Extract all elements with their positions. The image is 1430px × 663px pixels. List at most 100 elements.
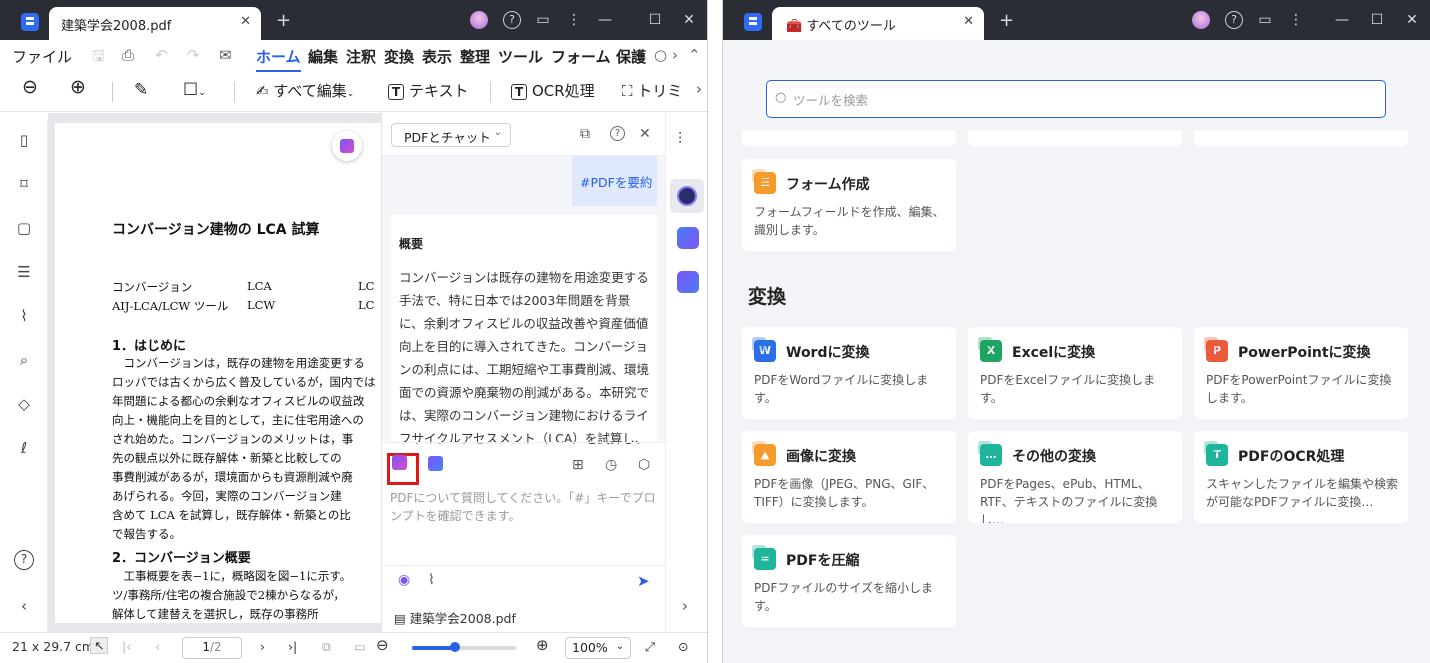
expand-panel-icon[interactable]: › — [682, 597, 688, 615]
document-tab[interactable]: 建築学会2008.pdf ✕ — [49, 7, 261, 40]
mail-icon[interactable]: ✉ — [219, 46, 232, 64]
print-icon[interactable]: ⎙ — [122, 46, 134, 64]
tools-list[interactable]: ○ ツールを検索 ☰ フォーム作成 フォームフィールドを作成、編集、識別します。 … — [723, 40, 1430, 663]
text-button[interactable]: T テキスト — [388, 80, 469, 101]
fit-page-icon[interactable]: ⧉ — [322, 639, 331, 655]
menu-tools[interactable]: ツール — [498, 46, 543, 67]
menu-home[interactable]: ホーム — [256, 46, 301, 72]
menu-protect[interactable]: 保護 — [616, 46, 646, 67]
zoom-slider[interactable] — [412, 642, 516, 652]
close-tab-icon[interactable]: ✕ — [963, 14, 974, 29]
tool-card-ocr[interactable]: T PDFのOCR処理 スキャンしたファイルを編集や検索が可能なPDFファイルに… — [1194, 431, 1408, 523]
chat-mode-select[interactable]: PDFとチャット ⌄ — [391, 123, 511, 147]
ai-assistant-badge-icon[interactable] — [332, 131, 362, 161]
tool-card-partial[interactable] — [968, 130, 1182, 146]
proofread-icon[interactable] — [677, 271, 699, 293]
first-page-icon[interactable]: |‹ — [122, 639, 131, 654]
tool-search-input[interactable]: ○ ツールを検索 — [766, 80, 1386, 118]
menu-scroll-right-icon[interactable]: › — [672, 46, 678, 64]
tool-card-other-convert[interactable]: … その他の変換 PDFをPages、ePub、HTML、RTF、テキストのファ… — [968, 431, 1182, 523]
tool-card-form-create[interactable]: ☰ フォーム作成 フォームフィールドを作成、編集、識別します。 — [742, 159, 956, 251]
minimize-icon[interactable]: — — [596, 11, 614, 29]
menu-organize[interactable]: 整理 — [460, 46, 490, 67]
close-window-icon[interactable]: ✕ — [680, 11, 698, 29]
menu-edit[interactable]: 編集 — [308, 46, 338, 67]
undo-icon[interactable]: ↶ — [155, 46, 168, 64]
maximize-icon[interactable]: ☐ — [1368, 11, 1386, 29]
history-icon[interactable]: ◷ — [605, 457, 617, 473]
chat-input[interactable]: PDFについて質問してください。「#」キーでプロンプトを確認できます。 — [390, 489, 658, 525]
tool-card-to-excel[interactable]: X Excelに変換 PDFをExcelファイルに変換します。 — [968, 327, 1182, 419]
more-icon[interactable]: ⋮ — [1287, 11, 1305, 29]
tool-card-to-image[interactable]: ▲ 画像に変換 PDFを画像（JPEG、PNG、GIF、TIFF）に変換します。 — [742, 431, 956, 523]
layers-icon[interactable]: ◇ — [14, 394, 34, 414]
zoom-out-small-icon[interactable]: ⊖ — [376, 636, 389, 654]
send-icon[interactable]: ➤ — [637, 572, 650, 590]
ai-assistant-tab[interactable] — [670, 179, 704, 213]
document-viewport[interactable]: コンバージョン建物の LCA 試算 コンバージョン LCA LC AIJ-LCA… — [48, 113, 381, 632]
attached-file[interactable]: ▤ 建築学会2008.pdf — [394, 608, 516, 627]
prev-page-icon[interactable]: ‹ — [155, 639, 160, 654]
properties-icon[interactable]: ⫶ — [678, 129, 682, 149]
fullscreen-icon[interactable]: ⤢ — [645, 639, 655, 655]
help-icon[interactable]: ? — [1225, 11, 1243, 29]
tool-card-to-powerpoint[interactable]: P PowerPointに変換 PDFをPowerPointファイルに変換します… — [1194, 327, 1408, 419]
search-panel-icon[interactable]: ⌕ — [14, 350, 34, 370]
bookmark-icon[interactable]: ⌑ — [14, 174, 34, 194]
scroll-down-icon[interactable]: ⊙ — [678, 639, 688, 654]
help-icon[interactable]: ? — [503, 11, 521, 29]
search-icon[interactable]: ○ — [654, 46, 667, 64]
tool-card-partial[interactable] — [742, 130, 956, 146]
feedback-icon[interactable]: ▭ — [534, 11, 552, 29]
collapse-ribbon-icon[interactable]: ⌃ — [688, 46, 701, 64]
shape-icon[interactable]: ☐⌄ — [183, 80, 206, 100]
collapse-sidebar-icon[interactable]: ‹ — [14, 596, 34, 616]
fit-width-icon[interactable]: ▭ — [354, 639, 366, 654]
close-tab-icon[interactable]: ✕ — [240, 14, 251, 29]
new-tab-icon[interactable]: + — [999, 10, 1014, 31]
help-circle-icon[interactable]: ? — [14, 550, 34, 570]
last-page-icon[interactable]: ›| — [288, 639, 297, 654]
tool-card-compress[interactable]: = PDFを圧縮 PDFファイルのサイズを縮小します。 — [742, 535, 956, 627]
close-panel-icon[interactable]: ✕ — [639, 126, 651, 142]
menu-annotate[interactable]: 注釈 — [346, 46, 376, 67]
attach-icon[interactable]: ⌇ — [428, 572, 435, 588]
tools-tab[interactable]: 🧰 すべてのツール ✕ — [772, 7, 984, 40]
minimize-icon[interactable]: — — [1333, 11, 1351, 29]
settings-hex-icon[interactable]: ⬡ — [638, 457, 650, 473]
layers-list-icon[interactable]: ☰ — [14, 262, 34, 282]
page-number-input[interactable]: 1/2 — [182, 637, 242, 659]
new-chat-icon[interactable]: ⊞ — [572, 457, 584, 473]
comment-icon[interactable]: ▢ — [14, 218, 34, 238]
redo-icon[interactable]: ↷ — [187, 46, 200, 64]
signature-icon[interactable]: ℓ — [14, 438, 34, 458]
zoom-out-icon[interactable]: ⊖ — [22, 76, 38, 98]
zoom-in-icon[interactable]: ⊕ — [70, 76, 86, 98]
avatar[interactable] — [470, 11, 488, 29]
lightbulb-icon[interactable]: ◉ — [398, 572, 410, 588]
zoom-slider-handle[interactable] — [449, 642, 460, 652]
more-icon[interactable]: ⋮ — [565, 11, 583, 29]
new-tab-icon[interactable]: + — [276, 10, 291, 31]
menu-view[interactable]: 表示 — [422, 46, 452, 67]
close-window-icon[interactable]: ✕ — [1403, 11, 1421, 29]
attachment-icon[interactable]: ⌇ — [14, 306, 34, 326]
feedback-icon[interactable]: ▭ — [1256, 11, 1274, 29]
select-cursor-icon[interactable]: ↖ — [90, 637, 109, 654]
menu-file[interactable]: ファイル — [12, 46, 72, 67]
highlighter-icon[interactable]: ✎ — [134, 80, 148, 100]
pdf-chat-icon[interactable] — [392, 455, 407, 470]
chat-history-icon[interactable]: ⧉ — [580, 126, 590, 142]
save-icon[interactable]: 🖫 — [92, 46, 105, 71]
ocr-button[interactable]: T OCR処理 — [511, 80, 595, 101]
chat-messages[interactable]: #PDFを要約 概要 コンバージョンは既存の建物を用途変更する手法で、特に日本で… — [382, 155, 665, 445]
maximize-icon[interactable]: ☐ — [646, 11, 664, 29]
help-icon[interactable]: ? — [610, 126, 625, 141]
page-thumbnail-icon[interactable]: ▯ — [14, 130, 34, 150]
menu-convert[interactable]: 変換 — [384, 46, 414, 67]
toolbar-scroll-right-icon[interactable]: › — [696, 80, 702, 98]
menu-form[interactable]: フォーム — [551, 46, 611, 67]
trim-button[interactable]: ⛶ トリミ — [622, 80, 682, 101]
ai-model-icon[interactable] — [428, 456, 443, 471]
next-page-icon[interactable]: › — [260, 639, 265, 654]
